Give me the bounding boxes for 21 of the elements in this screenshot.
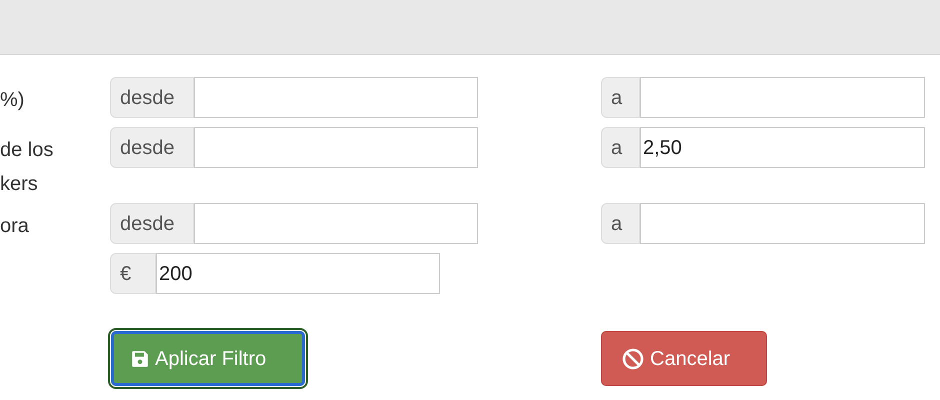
field-label: kers — [0, 172, 38, 197]
input-field[interactable] — [194, 77, 478, 118]
field-label: %) — [0, 88, 24, 113]
input-field[interactable] — [194, 127, 478, 168]
input-field[interactable]: 200 — [156, 253, 440, 294]
input-field[interactable]: 2,50 — [640, 127, 925, 168]
input-field[interactable] — [640, 77, 925, 118]
field-label: ora — [0, 214, 29, 239]
input-addon: € — [110, 253, 156, 294]
input-addon: desde — [110, 203, 194, 244]
input-addon: a — [601, 77, 640, 118]
input-addon: a — [601, 127, 640, 168]
cancel-button[interactable]: Cancelar — [601, 331, 767, 386]
input-addon: desde — [110, 127, 194, 168]
input-field[interactable] — [194, 203, 478, 244]
input-addon: desde — [110, 77, 194, 118]
input-addon: a — [601, 203, 640, 244]
input-field[interactable] — [640, 203, 925, 244]
save-icon — [131, 350, 149, 368]
ban-icon — [622, 348, 644, 370]
field-label: de los — [0, 138, 54, 163]
